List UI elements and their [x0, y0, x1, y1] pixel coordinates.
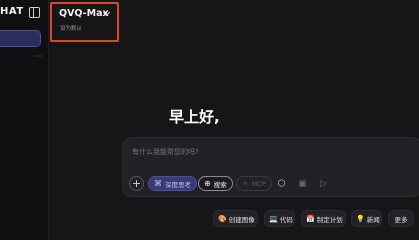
deep-think-label: 深度思考 [165, 180, 191, 189]
lightbulb-icon: 💡 [356, 214, 365, 223]
create-image-label: 创建图像 [228, 215, 255, 224]
laptop-icon: 💻 [269, 214, 278, 223]
deep-think-icon: ⌘ [154, 179, 162, 188]
video-icon[interactable]: ▷ [317, 177, 330, 190]
search-label: 搜索 [213, 180, 227, 189]
chat-input-panel: 有什么我能帮您的吗? + ⌘ 深度思考 ⊕ 搜索 ✧ MCP ⬡ ▣ ▷ [122, 137, 419, 197]
prompt-input[interactable]: 有什么我能帮您的吗? [132, 147, 199, 157]
palette-icon: 🎨 [218, 214, 227, 223]
image-icon[interactable]: ▣ [296, 177, 309, 190]
sidebar-item-new-chat[interactable] [0, 30, 41, 47]
code-button[interactable]: 💻 代码 [264, 210, 295, 227]
more-label: 更多 [394, 215, 408, 224]
model-name: QVQ-Max [59, 8, 109, 19]
more-button[interactable]: 更多 [388, 210, 414, 227]
create-image-button[interactable]: 🎨 创建图像 [213, 210, 258, 227]
cube-icon[interactable]: ⬡ [275, 177, 288, 190]
code-label: 代码 [279, 215, 293, 224]
make-plan-label: 制定计划 [316, 215, 343, 224]
ellipsis-icon[interactable]: ··· [34, 52, 43, 61]
calendar-icon: 📅 [306, 214, 315, 223]
add-attachment-button[interactable]: + [129, 176, 144, 191]
mcp-icon: ✧ [242, 179, 249, 188]
make-plan-button[interactable]: 📅 制定计划 [301, 210, 346, 227]
greeting-heading: 早上好, [169, 108, 220, 126]
news-button[interactable]: 💡 新闻 [351, 210, 382, 227]
sidebar: HAT ··· [0, 0, 49, 240]
brand-text: HAT [0, 6, 24, 17]
search-toggle[interactable]: ⊕ 搜索 [198, 176, 233, 191]
plus-icon: + [131, 177, 142, 190]
mcp-toggle[interactable]: ✧ MCP [236, 176, 272, 191]
mcp-label: MCP [251, 179, 266, 188]
model-selector[interactable]: QVQ-Max 设为默认 [50, 2, 119, 42]
set-default-link[interactable]: 设为默认 [60, 24, 82, 32]
sidebar-toggle-icon[interactable] [29, 7, 40, 18]
globe-icon: ⊕ [204, 179, 211, 188]
deep-think-toggle[interactable]: ⌘ 深度思考 [148, 176, 197, 191]
news-label: 新闻 [366, 215, 380, 224]
